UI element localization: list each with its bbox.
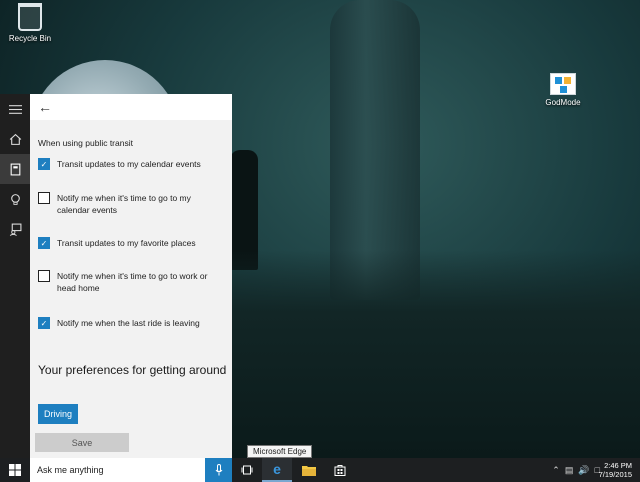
hamburger-icon: [8, 104, 22, 114]
checkbox-checked-icon[interactable]: ✓: [38, 317, 50, 329]
clock[interactable]: 2:46 PM 7/19/2015: [599, 461, 632, 479]
edge-tooltip: Microsoft Edge: [247, 445, 313, 458]
home-icon: [9, 133, 21, 145]
checkbox-checked-icon[interactable]: ✓: [38, 237, 50, 249]
clock-date: 7/19/2015: [598, 470, 632, 479]
option-last-ride[interactable]: ✓ Notify me when the last ride is leavin…: [38, 317, 224, 329]
option-label: Notify me when it's time to go to my cal…: [57, 193, 191, 215]
store-button[interactable]: [325, 458, 355, 482]
back-arrow-icon[interactable]: ←: [38, 100, 52, 114]
option-label: Transit updates to my calendar events: [57, 159, 201, 169]
clock-time: 2:46 PM: [604, 461, 632, 470]
option-notify-calendar[interactable]: Notify me when it's time to go to my cal…: [38, 192, 224, 216]
feedback-icon: [9, 223, 21, 236]
option-label: Transit updates to my favorite places: [57, 238, 196, 248]
file-explorer-button[interactable]: [294, 458, 324, 482]
task-view-button[interactable]: [232, 458, 262, 482]
network-icon[interactable]: ▤: [565, 465, 574, 476]
folder-icon: [302, 465, 316, 476]
tips-button[interactable]: [0, 184, 30, 214]
checkbox-unchecked-icon[interactable]: [38, 270, 50, 282]
microphone-icon: [215, 464, 222, 476]
recycle-bin-icon: [18, 3, 42, 31]
recycle-bin-label: Recycle Bin: [8, 34, 52, 43]
checkbox-checked-icon[interactable]: ✓: [38, 158, 50, 170]
edge-taskbar-button[interactable]: e: [262, 458, 292, 482]
search-box[interactable]: Ask me anything: [30, 458, 205, 482]
home-button[interactable]: [0, 124, 30, 154]
taskbar: Ask me anything e ⌃ ▤ 🔊 □ 2:46 PM 7/19/2…: [0, 458, 640, 482]
option-transit-favorites[interactable]: ✓ Transit updates to my favorite places: [38, 237, 224, 249]
hamburger-menu-button[interactable]: [0, 94, 30, 124]
edge-icon: e: [273, 461, 281, 477]
godmode-label: GodMode: [545, 98, 581, 107]
notebook-button[interactable]: [0, 154, 30, 184]
volume-icon[interactable]: 🔊: [578, 465, 589, 476]
option-label: Notify me when the last ride is leaving: [57, 318, 200, 328]
microphone-button[interactable]: [205, 458, 232, 482]
option-transit-calendar[interactable]: ✓ Transit updates to my calendar events: [38, 158, 224, 170]
checkbox-unchecked-icon[interactable]: [38, 192, 50, 204]
start-button[interactable]: [0, 458, 30, 482]
task-view-icon: [241, 465, 253, 475]
cortana-notebook-panel: ← When using public transit ✓ Transit up…: [30, 94, 232, 458]
system-tray: ⌃ ▤ 🔊 □: [552, 458, 600, 482]
windows-logo-icon: [9, 464, 21, 476]
option-notify-work-home[interactable]: Notify me when it's time to go to work o…: [38, 270, 224, 294]
section-label: When using public transit: [38, 138, 133, 148]
godmode-shortcut[interactable]: GodMode: [533, 73, 593, 107]
store-bag-icon: [334, 465, 346, 476]
feedback-button[interactable]: [0, 214, 30, 244]
cortana-rail: [0, 94, 30, 458]
panel-header: ←: [30, 94, 232, 120]
driving-button[interactable]: Driving: [38, 404, 79, 424]
recycle-bin-shortcut[interactable]: Recycle Bin: [0, 3, 60, 43]
option-label: Notify me when it's time to go to work o…: [57, 271, 208, 293]
lightbulb-icon: [10, 193, 20, 205]
preferences-heading: Your preferences for getting around: [38, 363, 227, 377]
save-button[interactable]: Save: [35, 433, 129, 452]
wallpaper-ground: [230, 250, 640, 458]
chevron-up-icon[interactable]: ⌃: [552, 465, 560, 476]
search-placeholder: Ask me anything: [37, 465, 104, 475]
notebook-icon: [10, 163, 20, 175]
folder-control-panel-icon: [550, 73, 576, 95]
